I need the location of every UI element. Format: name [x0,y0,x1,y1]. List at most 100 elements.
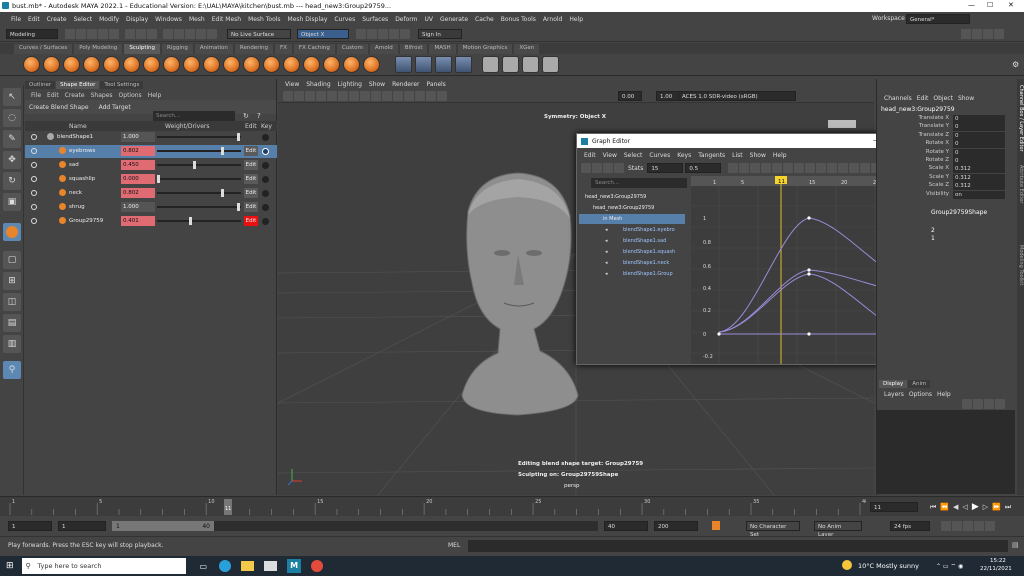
shelf-tab-custom[interactable]: Custom [336,43,368,54]
command-line-input[interactable] [468,540,1008,552]
weight-field[interactable]: 1.000 [121,132,155,142]
textured-icon[interactable] [382,91,392,101]
weight-slider[interactable] [157,189,241,197]
weight-field[interactable]: 0.000 [121,174,155,184]
sound-icon[interactable] [952,521,962,531]
select-camera-icon[interactable] [283,91,293,101]
texture-deformer-icon[interactable] [455,56,472,73]
frame-selection-icon[interactable] [739,163,750,173]
weight-slider-knob[interactable] [193,161,196,169]
shelf-tab-fx-caching[interactable]: FX Caching [293,43,335,54]
key-icon[interactable] [262,190,269,197]
gamma-field[interactable]: 1.00 [656,91,680,101]
tool-settings-icon[interactable] [983,29,993,39]
viewport-menu-renderer[interactable]: Renderer [392,81,419,88]
imprint-tool-icon[interactable] [203,56,220,73]
shelf-tab-sculpting[interactable]: Sculpting [124,43,160,54]
range-handle[interactable]: 1 40 [112,521,214,531]
sculpt-tool-icon[interactable] [23,56,40,73]
key-icon[interactable] [262,162,269,169]
mesh-icon-2[interactable] [502,56,519,73]
auto-tangent-icon[interactable] [772,163,783,173]
loop-icon[interactable] [941,521,951,531]
knife-tool-icon[interactable] [283,56,300,73]
channel-rotate-y[interactable]: Rotate Y 0 [877,148,1007,157]
animation-start-field[interactable]: 1 [8,521,52,531]
audio-icon[interactable] [974,521,984,531]
shelf-tab-curves-surfaces[interactable]: Curves / Surfaces [14,43,73,54]
shelf-tab-rendering[interactable]: Rendering [234,43,273,54]
edit-target-button[interactable]: Edit [244,202,258,212]
weight-slider[interactable] [157,217,241,225]
layer-down-icon[interactable] [973,399,983,409]
flat-tangent-icon[interactable] [816,163,827,173]
scrape-tool-icon[interactable] [243,56,260,73]
move-key-icon[interactable] [581,163,591,173]
graph-curve-item[interactable]: ◂ blendShape1.neck [579,258,685,268]
weight-slider-knob[interactable] [237,133,240,141]
edit-target-button[interactable]: Edit [244,216,258,226]
channel-menu-channels[interactable]: Channels [884,95,912,102]
channel-value-field[interactable]: 0 [953,115,1005,123]
attribute-editor-icon[interactable] [972,29,982,39]
channel-scale-x[interactable]: Scale X 0.312 [877,165,1007,174]
graph-menu-help[interactable]: Help [773,152,787,159]
store-icon[interactable] [264,561,278,571]
blend-shape-row[interactable]: eyebrows 0.802 Edit [25,145,277,158]
current-frame-marker[interactable]: 11 [775,176,787,185]
graph-menu-curves[interactable]: Curves [649,152,670,159]
play-forward-icon[interactable]: ▶ [972,502,979,512]
symmetry-select[interactable]: Object X [297,28,349,39]
frame-all-icon[interactable] [728,163,739,173]
channel-value-field[interactable]: 0.312 [953,182,1005,191]
channel-value-field[interactable]: 0 [953,157,1005,165]
weight-slider[interactable] [157,133,241,141]
menu-generate[interactable]: Generate [440,16,468,23]
open-scene-icon[interactable] [76,28,86,39]
menu-mesh-display[interactable]: Mesh Display [288,16,328,23]
channel-translate-x[interactable]: Translate X0 [877,115,1007,123]
animation-end-field[interactable]: 200 [654,521,698,531]
stats-frame-field[interactable]: 15 [647,163,684,173]
graph-menu-edit[interactable]: Edit [584,152,596,159]
image-plane-icon[interactable] [316,91,326,101]
maximize-icon[interactable]: ☐ [987,1,993,9]
tab-outliner[interactable]: Outliner [25,81,56,89]
scale-tool-icon[interactable]: ▣ [3,193,21,211]
edit-target-button[interactable]: Edit [244,160,258,170]
snap-point-icon[interactable] [185,28,195,39]
shelf-tab-rigging[interactable]: Rigging [162,43,193,54]
insert-key-icon[interactable] [592,163,602,173]
menu-edit-mesh[interactable]: Edit Mesh [212,16,241,23]
menu-surfaces[interactable]: Surfaces [362,16,388,23]
live-surface-field[interactable]: No Live Surface [227,28,291,39]
weight-field[interactable]: 1.000 [121,202,155,212]
tab-shape-editor[interactable]: Shape Editor [56,81,100,89]
side-tab-channel-box-layer-editor[interactable]: Channel Box / Layer Editor [1018,85,1024,152]
channel-scale-y[interactable]: Scale Y 0.312 [877,173,1007,182]
spline-tangent-icon[interactable] [783,163,794,173]
channel-translate-z[interactable]: Translate Z0 [877,131,1007,140]
new-layer-selected-icon[interactable] [995,399,1005,409]
mesh-icon-4[interactable] [542,56,559,73]
shelf-tab-mash[interactable]: MASH [429,43,456,54]
menu-mesh-tools[interactable]: Mesh Tools [248,16,280,23]
viewport-menu-show[interactable]: Show [369,81,385,88]
mode-select[interactable]: Modeling [6,28,58,39]
graph-search-input[interactable]: Search... [591,178,687,188]
menu-deform[interactable]: Deform [395,16,417,23]
blend-shape-row[interactable]: shrug 1.000 Edit [25,201,277,214]
step-forward-key-icon[interactable]: ⏩ [992,503,1001,511]
isolate-select-icon[interactable] [426,91,436,101]
edit-target-button[interactable]: Edit [244,146,258,156]
flatten-tool-icon[interactable] [123,56,140,73]
play-back-icon[interactable]: ◁ [962,503,967,511]
viewcube-icon[interactable] [828,120,856,128]
visibility-toggle-icon[interactable] [31,176,37,182]
anim-layer-select[interactable]: No Anim Layer [814,521,862,538]
menu-edit[interactable]: Edit [28,16,40,23]
wax-tool-icon[interactable] [223,56,240,73]
curve-visibility-icon[interactable]: ◂ [605,249,608,255]
go-end-icon[interactable]: ⏭ [1005,503,1011,512]
channel-value-field[interactable]: 0 [953,148,1005,157]
